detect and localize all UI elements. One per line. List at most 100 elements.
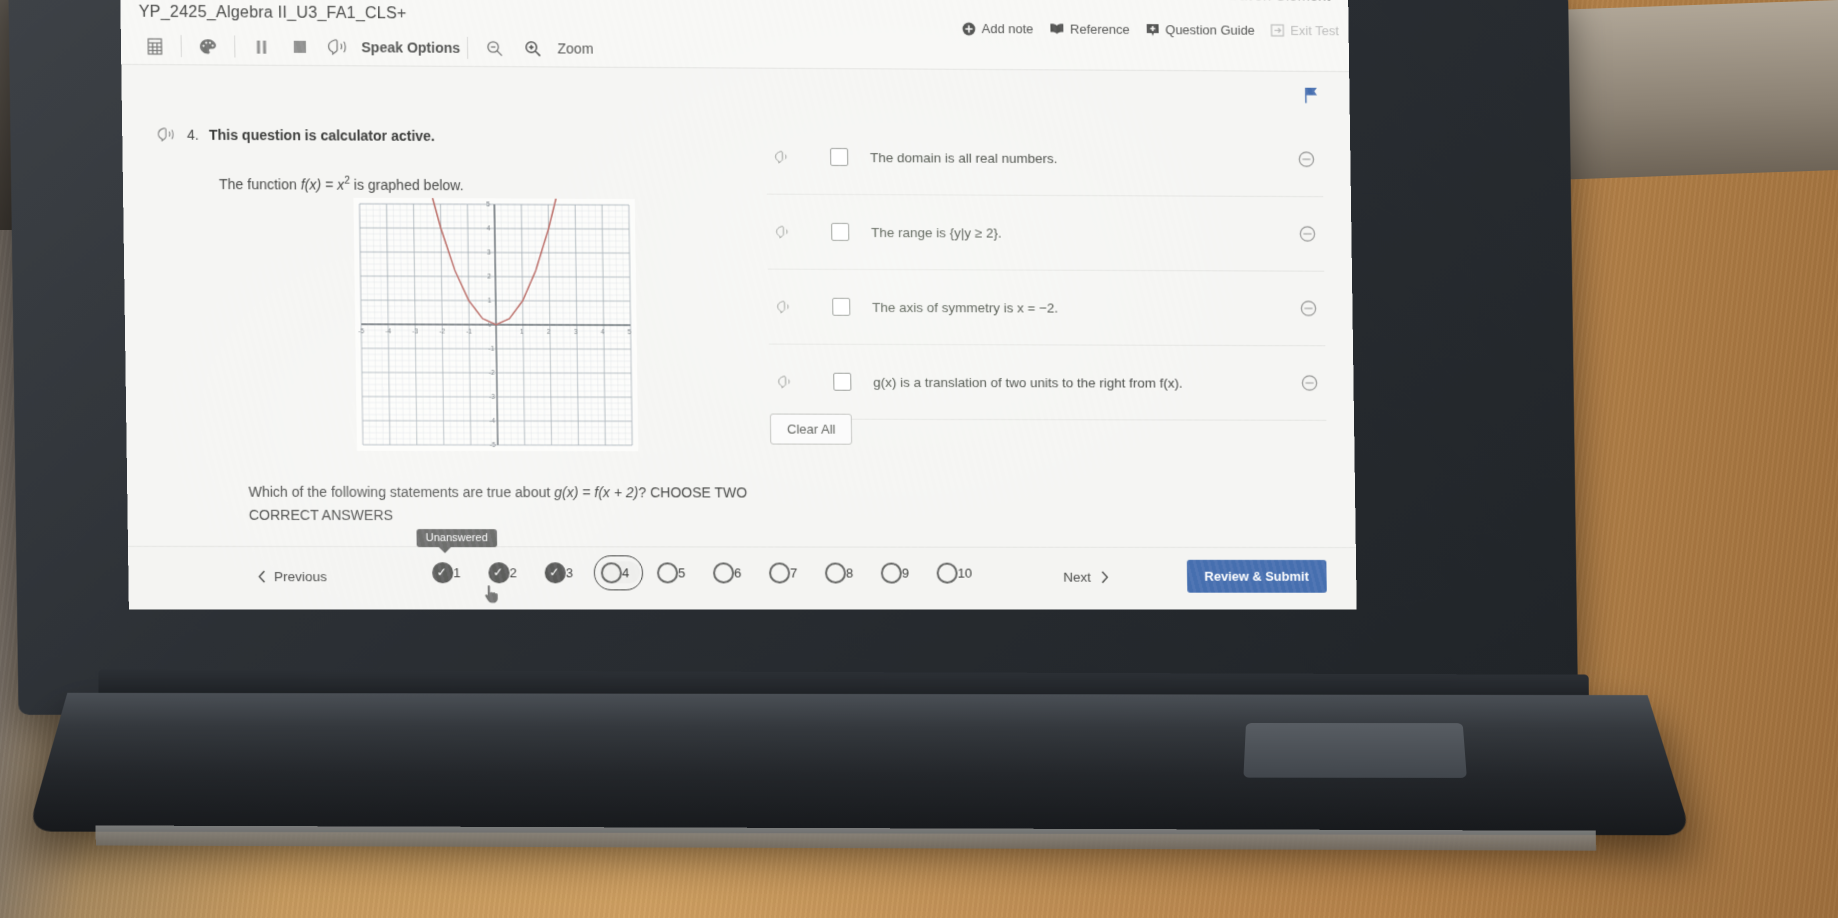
next-button[interactable]: Next [1063, 570, 1109, 585]
svg-text:-1: -1 [466, 329, 472, 336]
svg-text:4: 4 [601, 329, 605, 336]
option-speak-icon[interactable] [767, 225, 801, 239]
dot-ring [936, 562, 958, 584]
eliminate-icon[interactable] [1299, 225, 1316, 242]
zoom-label[interactable]: Zoom [557, 40, 593, 56]
question-header: 4. This question is calculator active. [156, 126, 435, 144]
check-icon: ✓ [549, 564, 560, 579]
question-dot-1[interactable]: ✓ 1 [431, 561, 472, 583]
book-icon [1050, 23, 1064, 34]
question-dots: ✓ 1 ✓ 2 ✓ 3 4 5 6 7 8 9 10 [431, 555, 976, 591]
calculator-active-note: This question is calculator active. [208, 126, 435, 144]
calculator-icon[interactable] [135, 31, 174, 61]
toolbar-divider-3 [466, 36, 469, 59]
toolbar-divider-1 [180, 35, 182, 58]
prompt-before: Which of the following statements are tr… [248, 483, 551, 501]
svg-text:-1: -1 [488, 346, 494, 353]
question-dot-8[interactable]: 8 [824, 562, 864, 584]
tool-row-left: Speak Options Zoom [135, 30, 594, 65]
eliminate-icon[interactable] [1298, 151, 1315, 168]
option-label: The range is {y|y ≥ 2}. [871, 224, 1002, 241]
question-guide-label: Question Guide [1165, 22, 1255, 38]
question-dot-3[interactable]: ✓ 3 [544, 561, 584, 583]
dot-ring [656, 561, 678, 583]
stem-exponent: 2 [344, 175, 350, 187]
question-dot-label: 8 [845, 565, 854, 581]
option-row[interactable]: g(x) is a translation of two units to th… [768, 344, 1327, 421]
previous-button[interactable]: Previous [258, 569, 327, 584]
chevron-left-icon [258, 570, 266, 583]
laptop: YP_2425_Algebra II_U3_FA1_CLS+ Davon Cle… [0, 0, 1706, 874]
option-speak-icon[interactable] [769, 375, 803, 389]
svg-text:-3: -3 [489, 394, 495, 401]
zoom-out-icon[interactable] [475, 33, 514, 63]
dot-ring [880, 562, 902, 584]
parabola-graph: -5 -4 -3 -2 -1 1 2 3 4 5 -5 -4 -3 -2 -1 0 1 2 3 4 5 [353, 197, 639, 452]
graph-svg: -5 -4 -3 -2 -1 1 2 3 4 5-5-4-3-2-1012345 [353, 197, 639, 452]
svg-text:2: 2 [487, 274, 491, 281]
svg-text:4: 4 [487, 226, 491, 233]
user-name: Davon Clement [1228, 0, 1330, 4]
option-checkbox[interactable] [830, 147, 849, 167]
option-label: The domain is all real numbers. [869, 149, 1058, 166]
speak-icon[interactable] [319, 32, 358, 62]
exit-test-button[interactable]: Exit Test [1271, 23, 1339, 38]
question-dot-label: 7 [789, 565, 798, 580]
exit-test-label: Exit Test [1290, 23, 1339, 39]
svg-text:-5: -5 [358, 328, 364, 335]
eliminate-icon[interactable] [1301, 375, 1318, 392]
question-dot-10[interactable]: 10 [936, 562, 976, 584]
question-dot-circle [712, 561, 734, 583]
dot-ring [712, 561, 734, 583]
answer-options: The domain is all real numbers. The rang… [765, 119, 1327, 421]
question-guide-button[interactable]: Question Guide [1145, 22, 1255, 38]
laptop-trackpad [1243, 723, 1467, 778]
flag-icon[interactable] [1304, 87, 1320, 104]
question-dot-7[interactable]: 7 [768, 561, 808, 583]
question-dot-label: 10 [957, 565, 973, 581]
test-page: YP_2425_Algebra II_U3_FA1_CLS+ Davon Cle… [120, 0, 1357, 610]
question-speak-icon[interactable] [156, 127, 177, 141]
svg-text:1: 1 [520, 329, 524, 336]
dot-ring [768, 561, 790, 583]
palette-icon[interactable] [189, 31, 228, 61]
question-dot-5[interactable]: 5 [656, 561, 696, 583]
option-checkbox[interactable] [833, 372, 852, 391]
previous-label: Previous [273, 569, 328, 585]
mouse-cursor [484, 583, 500, 605]
reference-button[interactable]: Reference [1049, 21, 1130, 37]
question-dot-circle: ✓ [431, 561, 453, 583]
option-row[interactable]: The axis of symmetry is x = −2. [767, 269, 1326, 347]
option-row[interactable]: The domain is all real numbers. [765, 119, 1324, 198]
stop-icon[interactable] [281, 32, 320, 62]
speak-options-label[interactable]: Speak Options [361, 39, 460, 56]
top-bar: YP_2425_Algebra II_U3_FA1_CLS+ Davon Cle… [120, 0, 1350, 72]
option-speak-icon[interactable] [766, 150, 800, 164]
question-dot-label: 6 [733, 564, 742, 580]
svg-text:1: 1 [488, 298, 492, 305]
zoom-in-icon[interactable] [513, 33, 552, 63]
bottom-navigation: Previous ✓ 1 ✓ 2 ✓ 3 4 5 6 7 8 9 10 Unanswered Next … [127, 529, 1357, 610]
question-dot-6[interactable]: 6 [712, 561, 752, 583]
option-checkbox[interactable] [832, 297, 851, 316]
question-dot-2[interactable]: ✓ 2 [487, 561, 527, 583]
question-dot-label: 3 [565, 564, 574, 580]
current-question-ring [593, 555, 644, 591]
pause-icon[interactable] [242, 31, 281, 61]
option-speak-icon[interactable] [768, 300, 802, 314]
reference-label: Reference [1069, 21, 1130, 37]
review-submit-button[interactable]: Review & Submit [1186, 559, 1327, 593]
add-note-button[interactable]: Add note [962, 21, 1033, 36]
question-prompt: Which of the following statements are tr… [248, 481, 771, 528]
dot-ring [824, 562, 846, 584]
option-checkbox[interactable] [831, 222, 850, 241]
check-icon: ✓ [436, 564, 447, 579]
eliminate-icon[interactable] [1300, 300, 1317, 317]
option-row[interactable]: The range is {y|y ≥ 2}. [766, 194, 1325, 272]
svg-text:-5: -5 [490, 442, 496, 449]
svg-text:5: 5 [628, 329, 632, 336]
clear-all-button[interactable]: Clear All [769, 413, 853, 445]
question-dot-4[interactable]: 4 [593, 555, 644, 591]
question-dot-9[interactable]: 9 [880, 562, 920, 584]
unanswered-tooltip: Unanswered [416, 529, 497, 548]
